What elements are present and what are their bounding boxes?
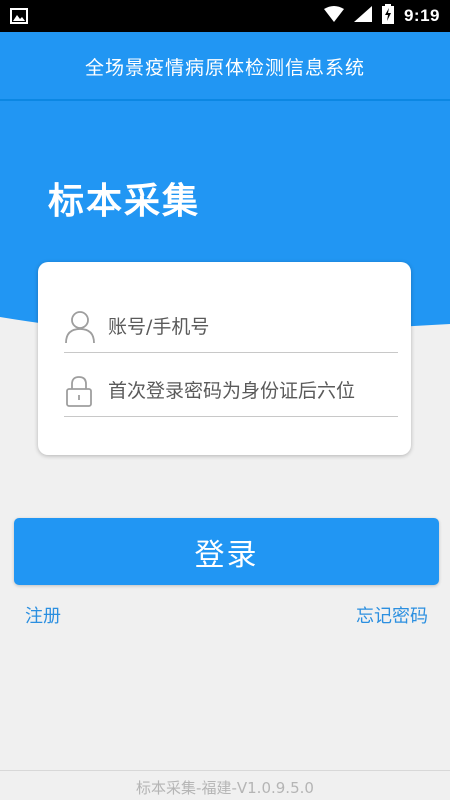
header-divider: [0, 99, 450, 101]
status-time: 9:19: [403, 6, 440, 25]
page-heading: 标本采集: [48, 181, 201, 222]
login-button[interactable]: 登录: [14, 518, 439, 585]
login-card: [38, 262, 411, 455]
battery-charging-icon: [381, 4, 394, 28]
account-field: [64, 300, 398, 353]
user-icon: [64, 310, 96, 348]
password-input[interactable]: [106, 370, 395, 412]
register-link[interactable]: 注册: [25, 602, 61, 628]
image-notification-icon: [10, 8, 28, 28]
status-bar: 9:19: [0, 0, 450, 32]
password-field: [64, 364, 398, 417]
footer-divider: [0, 770, 450, 771]
app-title: 全场景疫情病原体检测信息系统: [84, 57, 365, 79]
account-input[interactable]: [106, 306, 395, 348]
wifi-icon: [323, 6, 344, 26]
signal-icon: [353, 6, 372, 26]
forgot-password-link[interactable]: 忘记密码: [356, 602, 428, 628]
version-footer: 标本采集-福建-V1.0.9.5.0: [136, 779, 314, 797]
lock-icon: [64, 374, 94, 412]
